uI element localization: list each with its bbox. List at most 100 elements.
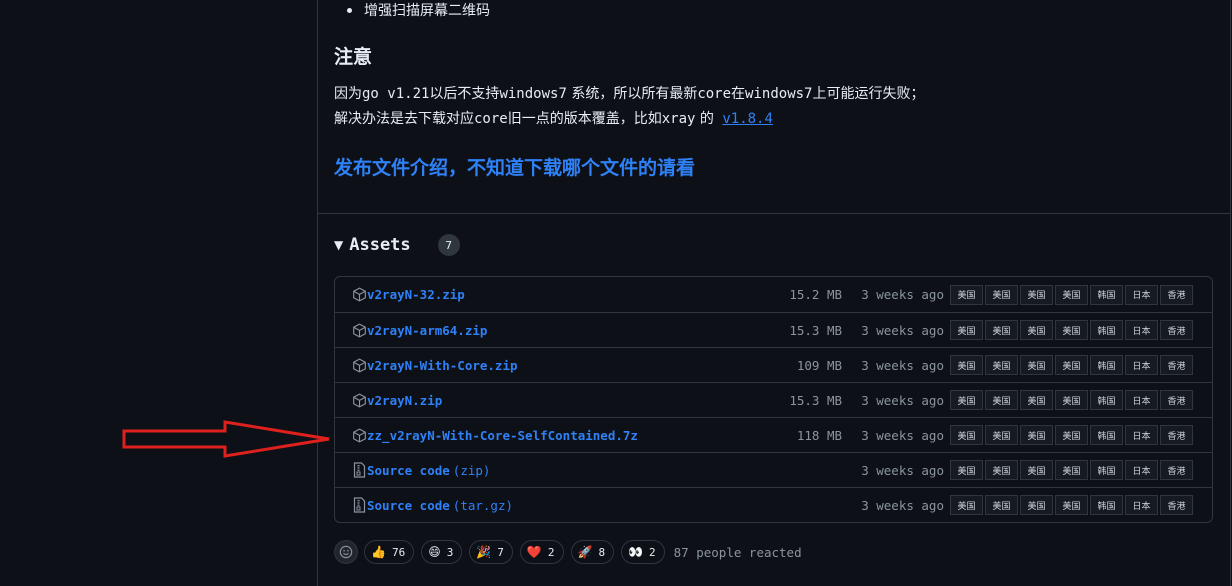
mirror-download-button[interactable]: 美国 bbox=[1020, 320, 1053, 340]
reaction-pill[interactable]: 😄 3 bbox=[421, 540, 463, 564]
mirror-download-button[interactable]: 韩国 bbox=[1090, 284, 1123, 305]
mirror-download-button[interactable]: 美国 bbox=[1020, 460, 1053, 480]
reaction-pill[interactable]: 🎉 7 bbox=[469, 540, 513, 564]
mirror-buttons: 美国 美国 美国 美国 韩国 日本 香港 bbox=[950, 460, 1195, 480]
note-line-1: 因为go v1.21以后不支持windows7 系统，所以所有最新core在wi… bbox=[334, 83, 924, 103]
asset-download-link[interactable]: v2rayN.zip bbox=[367, 393, 445, 408]
text-segment: windows7 bbox=[745, 86, 813, 102]
version-link[interactable]: v1.8.4 bbox=[722, 111, 773, 127]
mirror-download-button[interactable]: 韩国 bbox=[1090, 425, 1123, 445]
mirror-buttons: 美国 美国 美国 美国 韩国 日本 香港 bbox=[950, 355, 1195, 375]
mirror-download-button[interactable]: 美国 bbox=[1055, 425, 1088, 445]
mirror-download-button[interactable]: 美国 bbox=[985, 355, 1018, 375]
mirror-download-button[interactable]: 美国 bbox=[950, 355, 983, 375]
reaction-pill[interactable]: 🚀 8 bbox=[570, 540, 615, 564]
mirror-download-button[interactable]: 美国 bbox=[950, 390, 983, 410]
text-segment: 因为 bbox=[334, 86, 362, 102]
mirror-download-button[interactable]: 日本 bbox=[1125, 495, 1158, 515]
text-segment: 旧一点的版本覆盖，比如 bbox=[507, 111, 662, 127]
asset-download-link[interactable]: Source code (zip) bbox=[367, 463, 490, 478]
release-notes-link[interactable]: 发布文件介绍，不知道下载哪个文件的请看 bbox=[334, 153, 695, 180]
asset-timestamp: 3 weeks ago bbox=[861, 287, 944, 302]
asset-download-link[interactable]: v2rayN-With-Core.zip bbox=[367, 358, 521, 373]
asset-name-text: v2rayN.zip bbox=[367, 392, 443, 408]
mirror-download-button[interactable]: 日本 bbox=[1125, 460, 1158, 480]
text-segment: 以后不支持 bbox=[429, 86, 500, 102]
asset-name-text: Source code bbox=[367, 462, 450, 478]
mirror-download-button[interactable]: 美国 bbox=[985, 390, 1018, 410]
asset-download-link[interactable]: v2rayN-32.zip bbox=[367, 287, 468, 302]
mirror-download-button[interactable]: 美国 bbox=[1055, 284, 1088, 305]
mirror-download-button[interactable]: 香港 bbox=[1160, 390, 1193, 410]
text-segment: windows7 bbox=[499, 86, 567, 102]
text-segment: xray bbox=[661, 111, 696, 127]
mirror-buttons: 美国 美国 美国 美国 韩国 日本 香港 bbox=[950, 320, 1195, 340]
triangle-down-icon: ▼ bbox=[334, 238, 344, 252]
mirror-download-button[interactable]: 香港 bbox=[1160, 495, 1193, 515]
mirror-download-button[interactable]: 美国 bbox=[950, 495, 983, 515]
asset-size: 118 MB bbox=[796, 427, 842, 443]
mirror-download-button[interactable]: 日本 bbox=[1125, 320, 1158, 340]
text-segment: core bbox=[697, 86, 732, 102]
bullet-dot bbox=[347, 7, 352, 13]
reaction-emoji-icon: 🎉 bbox=[476, 545, 492, 559]
mirror-download-button[interactable]: 美国 bbox=[985, 495, 1018, 515]
asset-name-text: Source code bbox=[367, 497, 450, 513]
asset-size: 109 MB bbox=[796, 357, 842, 373]
reaction-emoji-icon: 👍 bbox=[371, 545, 386, 559]
mirror-download-button[interactable]: 美国 bbox=[950, 320, 983, 340]
asset-size: 15.2 MB bbox=[789, 287, 842, 302]
asset-download-link[interactable]: v2rayN-arm64.zip bbox=[367, 323, 490, 338]
mirror-download-button[interactable]: 美国 bbox=[950, 284, 983, 305]
mirror-download-button[interactable]: 美国 bbox=[1055, 460, 1088, 480]
mirror-download-button[interactable]: 美国 bbox=[1020, 495, 1053, 515]
file-zip-icon bbox=[352, 497, 367, 513]
mirror-download-button[interactable]: 美国 bbox=[950, 425, 983, 445]
asset-download-link[interactable]: zz_v2rayN-With-Core-SelfContained.7z bbox=[367, 428, 641, 443]
asset-timestamp: 3 weeks ago bbox=[861, 392, 944, 408]
reaction-pill[interactable]: ❤️ 2 bbox=[519, 540, 564, 564]
mirror-download-button[interactable]: 日本 bbox=[1125, 284, 1158, 305]
mirror-download-button[interactable]: 美国 bbox=[950, 460, 983, 480]
mirror-buttons: 美国 美国 美国 美国 韩国 日本 香港 bbox=[950, 425, 1195, 445]
mirror-download-button[interactable]: 美国 bbox=[985, 284, 1018, 305]
reaction-pill[interactable]: 👀 2 bbox=[621, 540, 665, 564]
mirror-download-button[interactable]: 韩国 bbox=[1090, 390, 1123, 410]
mirror-download-button[interactable]: 美国 bbox=[1055, 390, 1088, 410]
mirror-download-button[interactable]: 美国 bbox=[1055, 495, 1088, 515]
mirror-download-button[interactable]: 香港 bbox=[1160, 355, 1193, 375]
mirror-download-button[interactable]: 香港 bbox=[1160, 320, 1193, 340]
mirror-download-button[interactable]: 美国 bbox=[1020, 355, 1053, 375]
reaction-count: 8 bbox=[598, 545, 606, 559]
mirror-download-button[interactable]: 日本 bbox=[1125, 355, 1158, 375]
mirror-download-button[interactable]: 美国 bbox=[985, 425, 1018, 445]
mirror-download-button[interactable]: 美国 bbox=[1020, 390, 1053, 410]
mirror-download-button[interactable]: 美国 bbox=[1020, 284, 1053, 305]
reaction-count: 3 bbox=[446, 545, 454, 559]
asset-row: zz_v2rayN-With-Core-SelfContained.7z 118 … bbox=[335, 417, 1212, 452]
mirror-download-button[interactable]: 美国 bbox=[1020, 425, 1053, 445]
mirror-download-button[interactable]: 香港 bbox=[1160, 460, 1193, 480]
mirror-download-button[interactable]: 韩国 bbox=[1090, 355, 1123, 375]
mirror-download-button[interactable]: 日本 bbox=[1125, 425, 1158, 445]
reaction-pill[interactable]: 👍 76 bbox=[364, 540, 415, 564]
mirror-download-button[interactable]: 韩国 bbox=[1090, 495, 1123, 515]
reaction-emoji-icon: 🚀 bbox=[577, 545, 593, 559]
asset-row: v2rayN-With-Core.zip 109 MB 3 weeks ago 美国美… bbox=[335, 347, 1212, 382]
reaction-count: 2 bbox=[649, 545, 656, 559]
assets-toggle[interactable]: ▼ Assets 7 bbox=[334, 234, 460, 256]
mirror-download-button[interactable]: 美国 bbox=[1055, 320, 1088, 340]
mirror-download-button[interactable]: 韩国 bbox=[1090, 460, 1123, 480]
asset-download-link[interactable]: Source code (tar.gz) bbox=[367, 498, 513, 513]
mirror-download-button[interactable]: 美国 bbox=[985, 320, 1018, 340]
mirror-buttons: 美国 美国 美国 美国 韩国 日本 香港 bbox=[950, 495, 1195, 515]
mirror-download-button[interactable]: 香港 bbox=[1160, 425, 1193, 445]
mirror-download-button[interactable]: 香港 bbox=[1160, 284, 1193, 305]
add-reaction-button[interactable] bbox=[334, 540, 358, 564]
mirror-download-button[interactable]: 美国 bbox=[985, 460, 1018, 480]
mirror-download-button[interactable]: 美国 bbox=[1055, 355, 1088, 375]
asset-row: v2rayN-32.zip 15.2 MB 3 weeks ago 美国 美国 美国 美国韩… bbox=[335, 277, 1212, 312]
reaction-count: 7 bbox=[497, 545, 504, 559]
mirror-download-button[interactable]: 日本 bbox=[1125, 390, 1158, 410]
mirror-download-button[interactable]: 韩国 bbox=[1090, 320, 1123, 340]
